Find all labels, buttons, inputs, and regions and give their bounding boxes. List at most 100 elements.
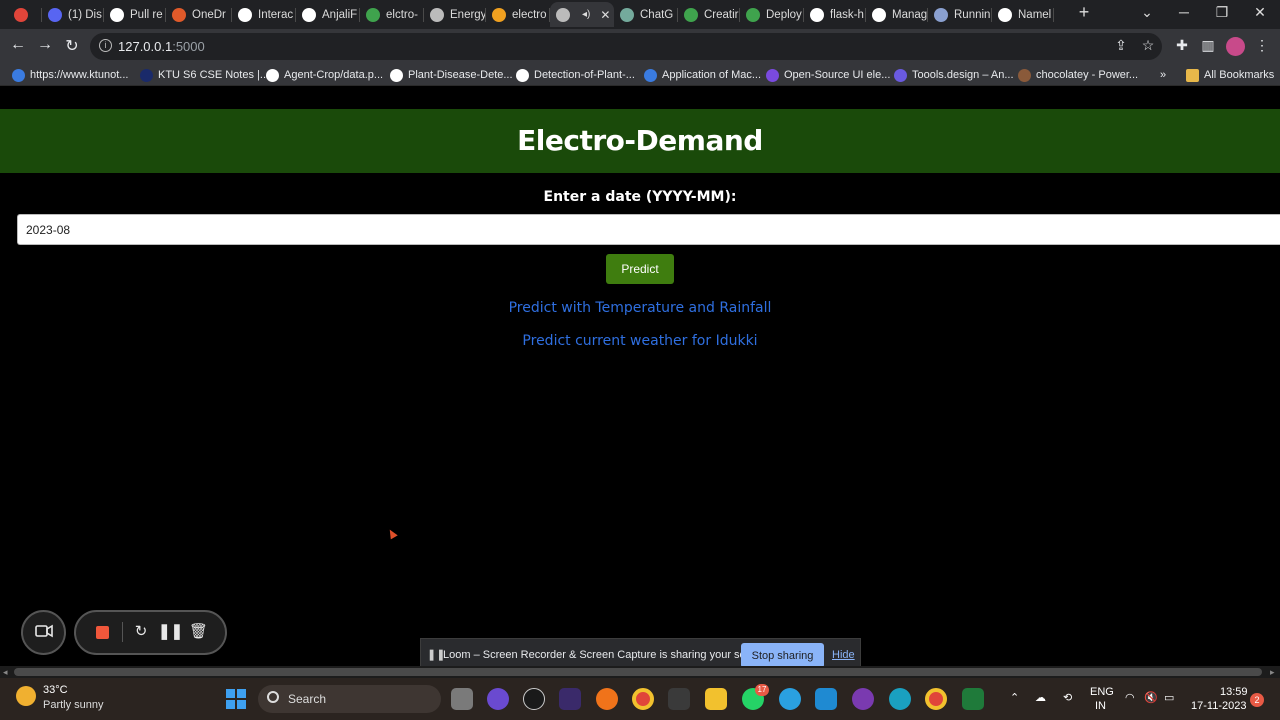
vscode-icon[interactable] [815, 688, 837, 710]
search-icon [267, 691, 279, 703]
browser-tab[interactable]: Deploy [740, 2, 804, 27]
bookmark-item[interactable]: Application of Mac... [644, 67, 761, 83]
all-bookmarks-button[interactable]: All Bookmarks [1186, 67, 1274, 83]
jupyter-icon[interactable] [596, 688, 618, 710]
bookmark-label: Agent-Crop/data.p... [284, 69, 384, 81]
close-window-icon[interactable]: ✕ [1250, 4, 1270, 21]
browser-tab[interactable]: electro [486, 2, 550, 27]
browser-tab[interactable]: Creatir [678, 2, 740, 27]
edge-icon[interactable] [889, 688, 911, 710]
share-icon[interactable]: ⇪ [1112, 37, 1130, 54]
predict-button[interactable]: Predict [606, 254, 674, 284]
browser-tab[interactable]: OneDr [166, 2, 232, 27]
browser-tab[interactable]: Namel [992, 2, 1054, 27]
stop-sharing-button[interactable]: Stop sharing [741, 643, 824, 668]
clock-time[interactable]: 13:59 [1220, 686, 1248, 698]
tab-label: Energy [450, 8, 486, 21]
close-tab-icon[interactable]: ✕ [600, 8, 610, 22]
bookmark-favicon-icon [516, 68, 529, 82]
sync-icon[interactable]: ⟲ [1063, 691, 1072, 704]
arc-app-icon[interactable] [559, 688, 581, 710]
extensions-icon[interactable]: ✚ [1173, 37, 1191, 54]
tab-label: electro [512, 8, 547, 21]
browser-tab[interactable]: ChatG [614, 2, 678, 27]
loom-camera-button[interactable] [21, 610, 66, 655]
whatsapp-badge: 17 [755, 684, 769, 696]
excel-icon[interactable] [962, 688, 984, 710]
browser-tab[interactable]: elctro- [360, 2, 424, 27]
bookmark-label: Detection-of-Plant-... [534, 69, 635, 81]
browser-tab[interactable]: Energy [424, 2, 486, 27]
github-desktop-icon[interactable] [852, 688, 874, 710]
divider [122, 622, 123, 642]
bookmark-item[interactable]: Toools.design – An... [894, 67, 1014, 83]
predict-weather-idukki-link[interactable]: Predict current weather for Idukki [0, 333, 1280, 349]
windows-start-icon[interactable] [226, 689, 246, 709]
chrome-active-icon[interactable] [925, 688, 947, 710]
weather-description[interactable]: Partly sunny [43, 699, 104, 711]
teams-chat-icon[interactable] [487, 688, 509, 710]
mute-tab-icon[interactable]: ◂) [582, 9, 590, 20]
terminal-icon[interactable] [668, 688, 690, 710]
browser-tab[interactable]: Runnin [928, 2, 992, 27]
bookmark-item[interactable]: chocolatey - Power... [1018, 67, 1138, 83]
scrollbar-thumb[interactable] [14, 668, 1262, 676]
site-info-icon[interactable]: i [99, 39, 112, 52]
bookmark-item[interactable]: https://www.ktunot... [12, 67, 128, 83]
restart-icon[interactable]: ↻ [132, 622, 150, 640]
side-panel-icon[interactable]: ▥ [1199, 37, 1217, 54]
address-bar[interactable]: i 127.0.0.1:5000 [90, 33, 1162, 60]
clock-date[interactable]: 17-11-2023 [1191, 700, 1246, 712]
scroll-right-icon[interactable]: ▸ [1270, 667, 1275, 678]
predict-temp-rainfall-link[interactable]: Predict with Temperature and Rainfall [0, 300, 1280, 316]
language-bottom[interactable]: IN [1095, 700, 1106, 712]
battery-icon[interactable]: ▭ [1164, 691, 1174, 704]
weather-icon[interactable] [16, 686, 36, 706]
pause-icon[interactable]: ❚❚ [158, 622, 183, 640]
minimize-icon[interactable]: ─ [1174, 4, 1194, 20]
chrome-icon[interactable] [632, 688, 654, 710]
forward-icon[interactable]: → [35, 36, 55, 54]
hide-link[interactable]: Hide [832, 649, 855, 661]
browser-tab[interactable]: Pull re [104, 2, 166, 27]
bookmark-star-icon[interactable]: ☆ [1139, 37, 1157, 54]
horizontal-scrollbar[interactable]: ◂ ▸ [0, 666, 1280, 678]
task-view-icon[interactable] [451, 688, 473, 710]
weather-temperature[interactable]: 33°C [43, 684, 68, 696]
wifi-icon[interactable]: ◠ [1125, 691, 1135, 704]
bookmarks-more-button[interactable]: » [1160, 67, 1166, 83]
browser-tab[interactable]: ◂) ✕ [550, 2, 614, 27]
browser-tab[interactable]: (1) Dis [42, 2, 104, 27]
maximize-icon[interactable]: ❐ [1212, 4, 1232, 21]
dell-icon[interactable] [523, 688, 545, 710]
bookmark-item[interactable]: Agent-Crop/data.p... [266, 67, 383, 83]
language-top[interactable]: ENG [1090, 686, 1114, 698]
scroll-left-icon[interactable]: ◂ [3, 667, 8, 678]
bookmark-item[interactable]: KTU S6 CSE Notes |... [140, 67, 269, 83]
stop-recording-icon[interactable] [96, 626, 109, 639]
mute-icon[interactable]: 🔇 [1144, 691, 1158, 704]
bookmark-item[interactable]: Plant-Disease-Dete... [390, 67, 513, 83]
profile-avatar[interactable] [1226, 37, 1245, 56]
notification-badge[interactable]: 2 [1250, 693, 1264, 707]
browser-tab[interactable] [8, 2, 42, 27]
tab-search-icon[interactable]: ⌄ [1137, 4, 1157, 21]
menu-icon[interactable]: ⋮ [1253, 37, 1271, 54]
delete-icon[interactable]: 🗑 [189, 622, 208, 640]
reload-icon[interactable]: ↻ [62, 36, 82, 56]
browser-tab[interactable]: Interac [232, 2, 296, 27]
google-icon [998, 7, 1012, 22]
new-tab-button[interactable]: + [1074, 2, 1094, 23]
bookmark-item[interactable]: Detection-of-Plant-... [516, 67, 635, 83]
date-input[interactable] [17, 214, 1280, 245]
taskbar-search[interactable]: Search [258, 685, 441, 713]
back-icon[interactable]: ← [8, 36, 28, 54]
tray-overflow-icon[interactable]: ⌃ [1010, 691, 1019, 704]
bookmark-item[interactable]: Open-Source UI ele... [766, 67, 890, 83]
telegram-icon[interactable] [779, 688, 801, 710]
browser-tab[interactable]: flask-h [804, 2, 866, 27]
cloud-icon[interactable]: ☁ [1035, 691, 1046, 704]
file-explorer-icon[interactable] [705, 688, 727, 710]
browser-tab[interactable]: Manag [866, 2, 928, 27]
browser-tab[interactable]: AnjaliF [296, 2, 360, 27]
